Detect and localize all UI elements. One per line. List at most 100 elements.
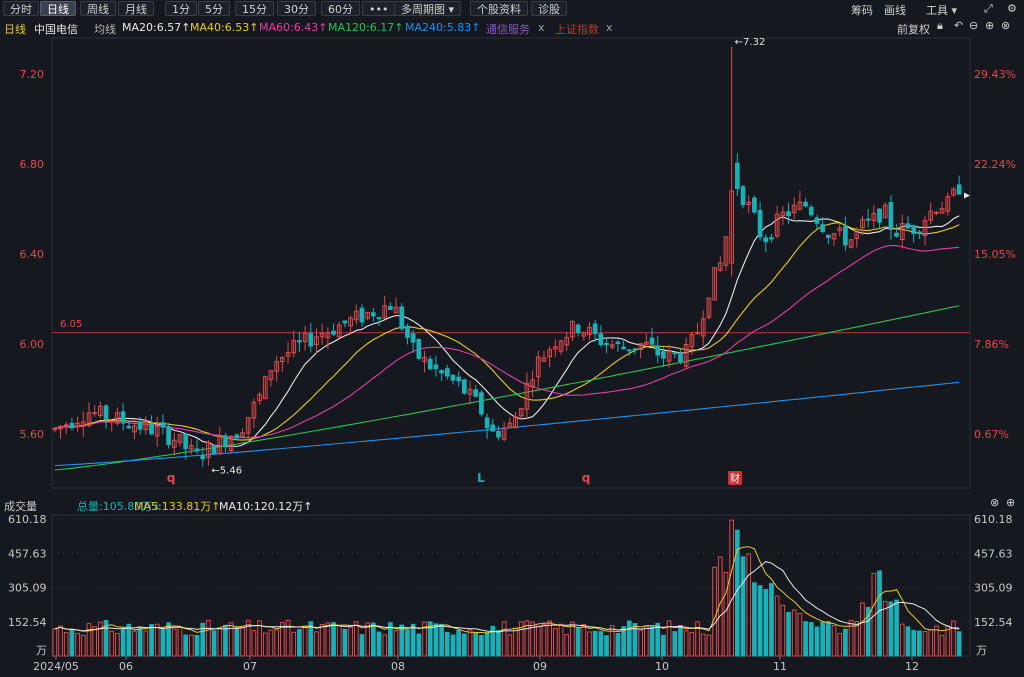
candle-body [774,213,780,237]
volume-bar [729,519,735,657]
candle-body [558,340,564,352]
candle-body [518,408,524,417]
candle-body [649,337,655,345]
tab-8[interactable]: 60分 [321,1,360,16]
volume-bar [843,628,848,657]
candle-body [825,234,831,239]
candle-body [245,417,251,434]
tab-1[interactable]: 日线 [40,1,76,16]
tab-7[interactable]: 30分 [277,1,316,16]
volume-bar [439,623,444,657]
volume-tick-left: 457.63 [8,547,47,560]
volume-bar [769,583,774,657]
volume-bar [251,629,257,657]
candle-body [740,186,746,206]
candle-body [291,340,297,354]
date-label: 11 [773,660,787,673]
volume-bar [177,626,183,657]
candle-body [314,336,319,346]
zoom-in-icon[interactable]: ⊕ [985,19,994,32]
draw-line-button[interactable]: 画线 [884,2,906,18]
candle-body [928,210,934,221]
volume-bar [245,620,251,657]
candle-body [604,342,609,345]
tab-12[interactable]: 诊股 [531,1,567,16]
volume-bar [92,626,98,657]
percent-tick-label: 15.05% [974,248,1016,261]
settings-icon[interactable]: ⚙ [1007,2,1017,15]
date-axis: 2024/05 06 07 08 09 10 11 12 [33,656,919,673]
candle-body [882,204,888,219]
undo-icon[interactable]: ↶ [954,19,963,32]
volume-bar [507,634,513,657]
volume-bar [570,621,575,657]
expand-icon[interactable]: ⤢ [984,2,993,16]
ma120-line [54,305,960,471]
candle-body [655,345,661,356]
ma240-line [54,381,960,467]
tab-0[interactable]: 分时 [3,1,39,16]
volume-bar [279,622,285,657]
candle-body [456,376,462,382]
candle-body [564,336,570,346]
candle-body [746,201,752,206]
volume-bar [149,624,154,657]
chips-button[interactable]: 筹码 [851,2,873,18]
current-price-marker [964,192,970,199]
candle-body [416,338,422,359]
volume-bar [723,571,729,657]
candle-body [433,364,439,370]
candle-body [353,310,359,321]
candle-body [143,420,149,431]
tab-3[interactable]: 月线 [118,1,154,16]
tab-11[interactable]: 个股资料 [470,1,528,16]
tab-2[interactable]: 周线 [80,1,116,16]
candle-body [860,219,865,229]
candle-body [683,344,689,367]
volume-bar [416,633,422,657]
tab-4[interactable]: 1分 [165,1,197,16]
close-volume-icon[interactable]: ⊗ [990,496,999,509]
volume-tick-left: 305.09 [8,582,47,595]
candle-body [200,454,206,460]
candle-body [598,333,604,345]
candle-body [211,444,217,455]
volume-bar [75,632,80,657]
volume-bar [467,629,473,657]
close-compare-sector[interactable]: x [538,21,545,34]
percent-tick-label: 7.86% [974,338,1009,351]
tab-6[interactable]: 15分 [235,1,274,16]
add-indicator-icon[interactable]: ⊕ [1006,496,1015,509]
volume-tick-right: 610.18 [974,513,1013,526]
compare-sector[interactable]: 通信服务 [486,21,530,37]
tools-menu[interactable]: 工具 ▾ [926,2,957,18]
ma-label[interactable]: 均线 [94,21,116,37]
tab-10[interactable]: 多周期图 ▾ [394,1,462,16]
candle-body [575,324,581,334]
volume-bar [945,625,951,657]
volume-bar [211,630,217,657]
candle-body [899,223,905,241]
compare-index[interactable]: 上证指数 [555,21,599,37]
candle-body [496,430,501,438]
volume-bar [922,631,928,657]
volume-bar [604,635,609,657]
close-compare-index[interactable]: x [606,21,613,34]
volume-bar [564,634,570,657]
zoom-out-icon[interactable]: ⊖ [969,19,978,32]
annotation-low: ←5.46 [211,466,242,477]
date-label: 10 [655,660,669,673]
close-panel-icon[interactable]: ⊗ [1001,19,1010,32]
candle-body [712,267,717,301]
volume-indicator-bar: 成交量 总量:105.80万↓ MA5:133.81万↑ MA10:120.12… [0,496,1024,513]
volume-grid [52,518,970,623]
adjust-mode[interactable]: 前复权 [897,21,930,37]
candle-body [120,411,126,424]
tab-5[interactable]: 5分 [198,1,230,16]
volume-bar [382,634,388,657]
volume-bar [808,622,814,657]
candle-body [359,307,365,323]
tab-9[interactable]: ••• [362,1,396,16]
date-label: 08 [391,660,405,673]
lock-icon[interactable]: 🔒︎ [937,19,943,33]
